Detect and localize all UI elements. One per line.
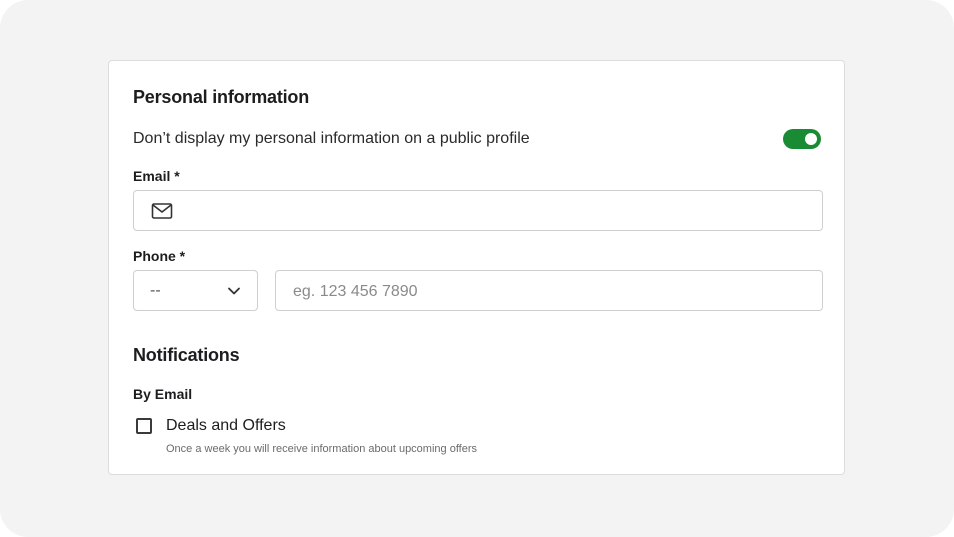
page-background: Personal information Don’t display my pe… <box>0 0 954 537</box>
privacy-toggle-label: Don’t display my personal information on… <box>133 130 530 147</box>
email-label: Email * <box>133 168 180 184</box>
deals-offers-checkbox[interactable] <box>136 418 152 434</box>
mail-icon <box>151 203 173 219</box>
privacy-toggle-row: Don’t display my personal information on… <box>133 129 821 151</box>
privacy-toggle[interactable] <box>783 129 821 149</box>
chevron-down-icon <box>228 287 240 295</box>
settings-card: Personal information Don’t display my pe… <box>108 60 845 475</box>
phone-number-field[interactable] <box>275 270 823 312</box>
country-code-value: -- <box>150 282 161 299</box>
country-code-select[interactable]: -- <box>133 270 258 311</box>
personal-info-heading: Personal information <box>133 87 310 107</box>
deals-offers-option: Deals and Offers Once a week you will re… <box>136 417 636 461</box>
email-input[interactable] <box>184 191 818 232</box>
toggle-knob <box>805 133 817 145</box>
email-field[interactable] <box>133 190 823 232</box>
phone-number-input[interactable] <box>291 271 815 312</box>
deals-offers-label[interactable]: Deals and Offers <box>166 417 286 435</box>
phone-label: Phone * <box>133 248 186 264</box>
notifications-heading: Notifications <box>133 345 240 365</box>
deals-offers-help-text: Once a week you will receive information… <box>166 443 478 455</box>
by-email-label: By Email <box>133 386 193 402</box>
